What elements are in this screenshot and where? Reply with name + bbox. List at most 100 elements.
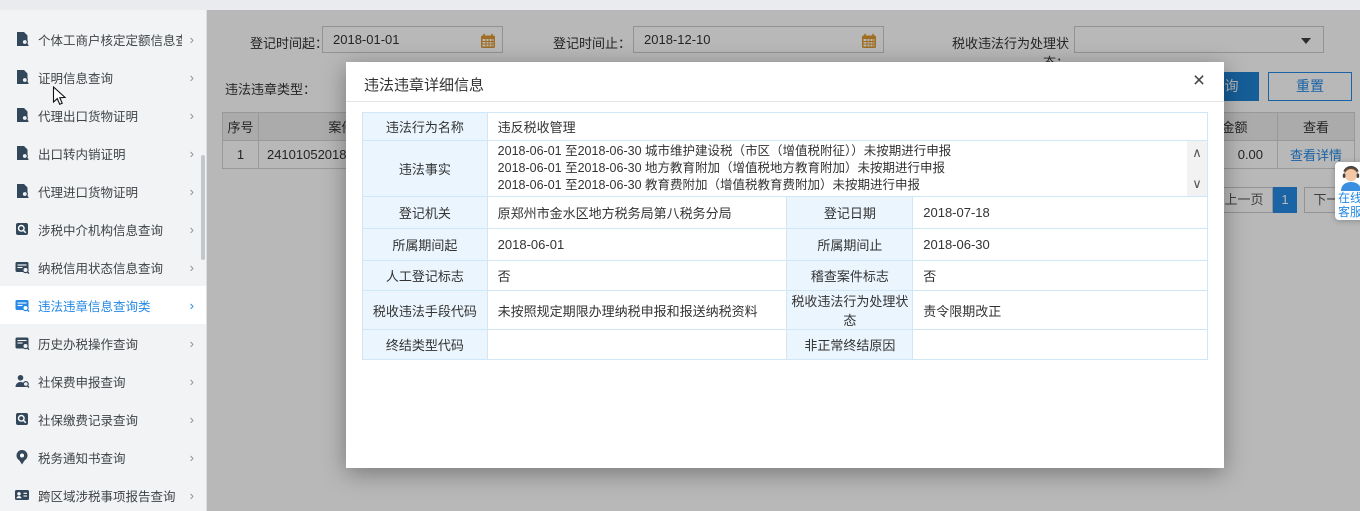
period-start-value: 2018-06-01 — [487, 229, 787, 261]
sidebar-item-label: 社保费申报查询 — [38, 372, 126, 391]
sidebar-item-export-to-domestic-cert[interactable]: 出口转内销证明 › — [0, 134, 206, 172]
facts-line: 2018-06-01 至2018-06-30 教育费附加（增值税教育费附加）未按… — [498, 177, 1181, 194]
manual-flag-label: 人工登记标志 — [363, 261, 488, 291]
end-type-label: 终结类型代码 — [363, 330, 488, 360]
facts-scrollbar[interactable]: ∧ ∨ — [1187, 141, 1207, 196]
person-search-icon — [14, 373, 30, 389]
sidebar-item-label: 出口转内销证明 — [38, 144, 126, 163]
mouse-cursor — [52, 86, 67, 106]
process-status-value: 责令限期改正 — [913, 291, 1208, 330]
sidebar-item-social-insurance-declare-query[interactable]: 社保费申报查询 › — [0, 362, 206, 400]
facts-label: 违法事实 — [363, 141, 488, 197]
chevron-right-icon: › — [190, 32, 194, 47]
period-end-value: 2018-06-30 — [913, 229, 1208, 261]
id-card-icon — [14, 487, 30, 503]
detail-row: 终结类型代码 非正常终结原因 — [363, 330, 1208, 360]
service-label-line1: 在线 — [1338, 191, 1360, 205]
detail-row: 违法行为名称 违反税收管理 — [363, 113, 1208, 141]
sidebar-item-label: 代理进口货物证明 — [38, 182, 138, 201]
facts-value: 2018-06-01 至2018-06-30 城市维护建设税（市区（增值税附征）… — [487, 141, 1207, 197]
doc-search-icon — [14, 69, 30, 85]
audit-flag-label: 稽查案件标志 — [787, 261, 913, 291]
violation-name-label: 违法行为名称 — [363, 113, 488, 141]
process-status-label: 税收违法行为处理状态 — [787, 291, 913, 330]
audit-flag-value: 否 — [913, 261, 1208, 291]
doc-search-icon — [14, 145, 30, 161]
method-code-value: 未按照规定期限办理纳税申报和报送纳税资料 — [487, 291, 787, 330]
abnormal-reason-value — [913, 330, 1208, 360]
pin-badge-icon — [14, 449, 30, 465]
chevron-right-icon: › — [190, 374, 194, 389]
card-search-icon — [14, 259, 30, 275]
detail-row: 所属期间起 2018-06-01 所属期间止 2018-06-30 — [363, 229, 1208, 261]
doc-search-icon — [14, 31, 30, 47]
detail-row: 违法事实 2018-06-01 至2018-06-30 城市维护建设税（市区（增… — [363, 141, 1208, 197]
sidebar-item-label: 历史办税操作查询 — [38, 334, 138, 353]
scroll-up-icon[interactable]: ∧ — [1190, 145, 1204, 161]
sidebar-item-label: 代理出口货物证明 — [38, 106, 138, 125]
chevron-right-icon: › — [190, 70, 194, 85]
modal-title: 违法违章详细信息 — [364, 74, 484, 95]
chevron-right-icon: › — [190, 184, 194, 199]
violation-detail-modal: 违法违章详细信息 × 违法行为名称 违反税收管理 违法事实 2018-06-01… — [346, 62, 1224, 468]
sidebar-item-tax-credit-status-query[interactable]: 纳税信用状态信息查询 › — [0, 248, 206, 286]
box-search-icon — [14, 411, 30, 427]
sidebar-item-cross-region-tax-report-query[interactable]: 跨区域涉税事项报告查询 › — [0, 476, 206, 511]
sidebar-item-tax-intermediary-query[interactable]: 涉税中介机构信息查询 › — [0, 210, 206, 248]
period-end-label: 所属期间止 — [787, 229, 913, 261]
detail-row: 登记机关 原郑州市金水区地方税务局第八税务分局 登记日期 2018-07-18 — [363, 197, 1208, 229]
sidebar-scrollbar[interactable] — [201, 155, 205, 260]
reg-org-value: 原郑州市金水区地方税务局第八税务分局 — [487, 197, 787, 229]
chevron-right-icon: › — [190, 108, 194, 123]
modal-header: 违法违章详细信息 × — [346, 62, 1224, 102]
service-label-line2: 客服 — [1338, 205, 1360, 219]
period-start-label: 所属期间起 — [363, 229, 488, 261]
sidebar-item-certificate-info-query[interactable]: 证明信息查询 › — [0, 58, 206, 96]
sidebar-item-violation-info-query[interactable]: 违法违章信息查询类 › — [0, 286, 206, 324]
method-code-label: 税收违法手段代码 — [363, 291, 488, 330]
sidebar-item-label: 跨区域涉税事项报告查询 — [38, 486, 176, 505]
sidebar-item-label: 纳税信用状态信息查询 — [38, 258, 163, 277]
sidebar-item-history-tax-operation-query[interactable]: 历史办税操作查询 › — [0, 324, 206, 362]
reg-org-label: 登记机关 — [363, 197, 488, 229]
card-search-icon — [14, 335, 30, 351]
card-search-icon — [14, 297, 30, 313]
online-service-widget[interactable]: 在线 客服 — [1335, 162, 1360, 220]
sidebar-item-label: 证明信息查询 — [38, 68, 113, 87]
sidebar-item-social-insurance-payment-query[interactable]: 社保缴费记录查询 › — [0, 400, 206, 438]
sidebar-item-label: 违法违章信息查询类 — [38, 296, 151, 315]
sidebar-item-agent-import-cert[interactable]: 代理进口货物证明 › — [0, 172, 206, 210]
facts-line: 2018-06-01 至2018-06-30 地方教育附加（增值税地方教育附加）… — [498, 160, 1181, 177]
sidebar-item-label: 个体工商户核定定额信息查询 — [38, 30, 182, 49]
chevron-right-icon: › — [190, 336, 194, 351]
chevron-right-icon: › — [190, 488, 194, 503]
close-icon[interactable]: × — [1186, 68, 1212, 94]
end-type-value — [487, 330, 787, 360]
sidebar-item-tax-notice-query[interactable]: 税务通知书查询 › — [0, 438, 206, 476]
chevron-right-icon: › — [190, 298, 194, 313]
app-window: 个体工商户核定定额信息查询 › 证明信息查询 › 代理出口货物证明 › 出口转内… — [0, 0, 1360, 511]
manual-flag-value: 否 — [487, 261, 787, 291]
doc-search-icon — [14, 183, 30, 199]
sidebar: 个体工商户核定定额信息查询 › 证明信息查询 › 代理出口货物证明 › 出口转内… — [0, 10, 207, 511]
chevron-right-icon: › — [190, 412, 194, 427]
sidebar-item-label: 涉税中介机构信息查询 — [38, 220, 163, 239]
chevron-right-icon: › — [190, 146, 194, 161]
sidebar-item-individual-quota-query[interactable]: 个体工商户核定定额信息查询 › — [0, 20, 206, 58]
chevron-right-icon: › — [190, 260, 194, 275]
violation-name-value: 违反税收管理 — [487, 113, 1207, 141]
top-band — [0, 0, 1360, 10]
sidebar-item-label: 社保缴费记录查询 — [38, 410, 138, 429]
reg-date-label: 登记日期 — [787, 197, 913, 229]
abnormal-reason-label: 非正常终结原因 — [787, 330, 913, 360]
box-search-icon — [14, 221, 30, 237]
detail-row: 人工登记标志 否 稽查案件标志 否 — [363, 261, 1208, 291]
facts-line: 2018-06-01 至2018-06-30 城市维护建设税（市区（增值税附征）… — [498, 143, 1181, 160]
chevron-right-icon: › — [190, 222, 194, 237]
detail-row: 税收违法手段代码 未按照规定期限办理纳税申报和报送纳税资料 税收违法行为处理状态… — [363, 291, 1208, 330]
doc-search-icon — [14, 107, 30, 123]
chevron-right-icon: › — [190, 450, 194, 465]
sidebar-item-agent-export-cert[interactable]: 代理出口货物证明 › — [0, 96, 206, 134]
agent-avatar-icon — [1338, 165, 1360, 191]
scroll-down-icon[interactable]: ∨ — [1190, 176, 1204, 192]
